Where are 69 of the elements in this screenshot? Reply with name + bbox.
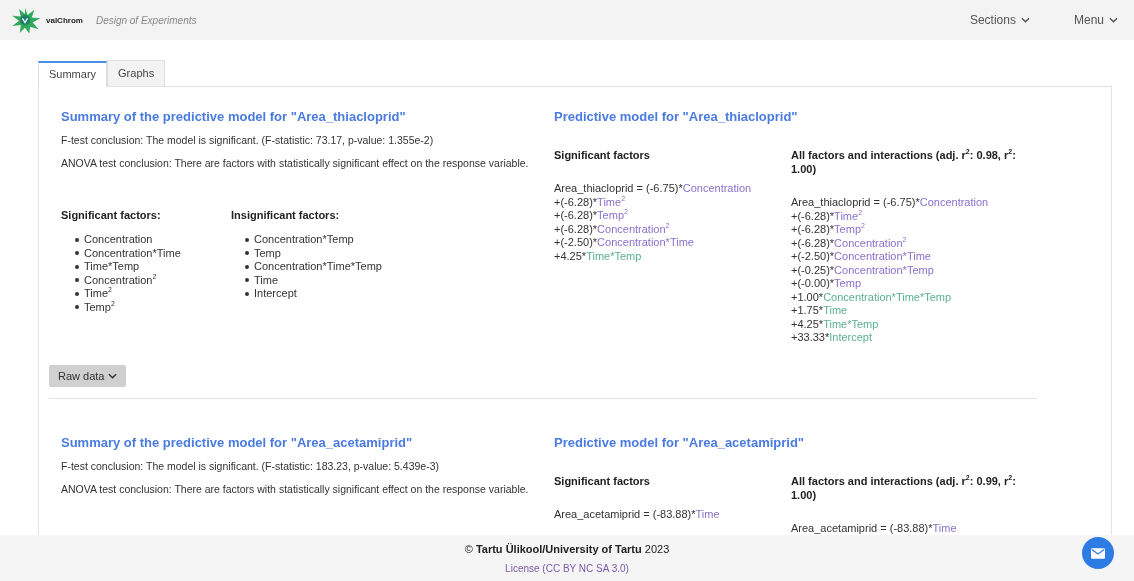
- nav-menu[interactable]: Menu: [1073, 13, 1118, 27]
- equation-heading: Significant factors: [554, 473, 651, 488]
- equation-line: +(-6.28)*Time$^{2}$: [791, 209, 863, 223]
- bullet-icon: [245, 251, 249, 256]
- equation-heading: Significant factors: [554, 148, 651, 162]
- factor-item: Temp: [254, 246, 281, 260]
- bullet-icon: [75, 278, 79, 283]
- equation-line: +1.00*Concentration*Time*Temp: [791, 290, 952, 304]
- factor-item: Concentration*Time: [84, 246, 181, 260]
- mail-icon: [1091, 547, 1105, 559]
- list-heading: Insignificant factors:: [231, 209, 341, 221]
- tab[interactable]: Graphs: [107, 60, 166, 86]
- tab[interactable]: Summary: [38, 61, 108, 87]
- brand-name: valChrom: [46, 15, 83, 25]
- equation-line: +(-6.28)*Temp$^{2}$: [791, 223, 865, 237]
- conclusion-text: ANOVA test conclusion: There are factors with statistically significant effect on the response variable.: [61, 482, 530, 495]
- factor-item: Temp$^{2}$: [84, 300, 115, 314]
- equation-line: +(-0.25)*Concentration*Temp: [791, 263, 934, 277]
- equation-line: +4.25*Time*Temp: [554, 249, 642, 263]
- chevron-down-icon: [108, 372, 118, 379]
- equation-line: +(-0.00)*Temp: [791, 277, 861, 291]
- conclusion-text: ANOVA test conclusion: There are factors with statistically significant effect on the response variable.: [61, 157, 530, 169]
- bullet-icon: [245, 278, 249, 283]
- equation-line: +(-6.28)*Temp$^{2}$: [554, 209, 628, 223]
- conclusion-text: F-test conclusion: The model is significant. (F-statistic: 183.23, p-value: 5.439e-3): [61, 459, 440, 472]
- equation-line: +(-2.50)*Concentration*Time: [554, 236, 694, 250]
- factor-item: Concentration$^{2}$: [84, 273, 157, 287]
- factor-item: Concentration: [84, 233, 153, 247]
- raw-data-button[interactable]: Raw data: [49, 364, 127, 387]
- equation-line: +4.25*Time*Temp: [791, 317, 879, 331]
- equation-heading: All factors and interactions (adj. r$^{2}$: 0.98, r$^{2}$: 1.00): [791, 148, 1017, 176]
- equation-line: +(-6.28)*Time$^{2}$: [554, 195, 626, 209]
- factor-item: Time: [254, 273, 279, 287]
- nav-menu[interactable]: Sections: [969, 13, 1030, 27]
- equation-line: +(-6.28)*Concentration$^{2}$: [791, 236, 907, 250]
- bullet-icon: [75, 251, 79, 256]
- bullet-icon: [75, 305, 79, 310]
- conclusion-text: F-test conclusion: The model is significant. (F-statistic: 73.17, p-value: 1.355e-2): [61, 134, 435, 146]
- factor-item: Concentration*Time*Temp: [254, 260, 382, 274]
- copyright-text: © Tartu Ülikool/University of Tartu 2023: [464, 542, 670, 555]
- app-subtitle: Design of Experiments: [95, 14, 197, 26]
- bullet-icon: [75, 264, 79, 269]
- bullet-icon: [75, 237, 79, 242]
- chevron-down-icon: [1109, 17, 1118, 23]
- factor-item: Concentration*Temp: [254, 233, 354, 247]
- equation-line: +33.33*Intercept: [791, 331, 873, 345]
- equation-line: Area_acetamiprid = (-83.88)*Time: [554, 507, 720, 521]
- factor-item: Time*Temp: [84, 260, 140, 274]
- equation-line: Area_thiacloprid = (-6.75)*Concentration: [791, 196, 989, 210]
- equation-line: Area_thiacloprid = (-6.75)*Concentration: [554, 182, 752, 196]
- factor-item: Time$^{2}$: [84, 287, 112, 301]
- chevron-down-icon: [1020, 17, 1030, 23]
- bullet-icon: [75, 291, 79, 296]
- list-heading: Significant factors:: [61, 209, 162, 221]
- section-heading: Predictive model for "Area_acetamiprid": [554, 434, 806, 450]
- section-heading: Summary of the predictive model for "Area_acetamiprid": [61, 434, 414, 450]
- mail-button[interactable]: [1082, 537, 1114, 569]
- section-heading: Predictive model for "Area_thiacloprid": [554, 109, 799, 124]
- equation-heading: All factors and interactions (adj. r$^{2}$: 0.99, r$^{2}$: 1.00): [791, 473, 1017, 502]
- bullet-icon: [245, 264, 249, 269]
- section-heading: Summary of the predictive model for "Area_thiacloprid": [61, 109, 407, 124]
- bullet-icon: [245, 291, 249, 296]
- equation-line: +(-2.50)*Concentration*Time: [791, 250, 931, 264]
- license-link[interactable]: License (CC BY NC SA 3.0): [505, 562, 629, 574]
- equation-line: +(-6.28)*Concentration$^{2}$: [554, 222, 670, 236]
- bullet-icon: [245, 237, 249, 242]
- equation-line: Area_acetamiprid = (-83.88)*Time: [791, 521, 957, 535]
- equation-line: +1.75*Time: [791, 304, 848, 318]
- factor-item: Intercept: [254, 287, 297, 301]
